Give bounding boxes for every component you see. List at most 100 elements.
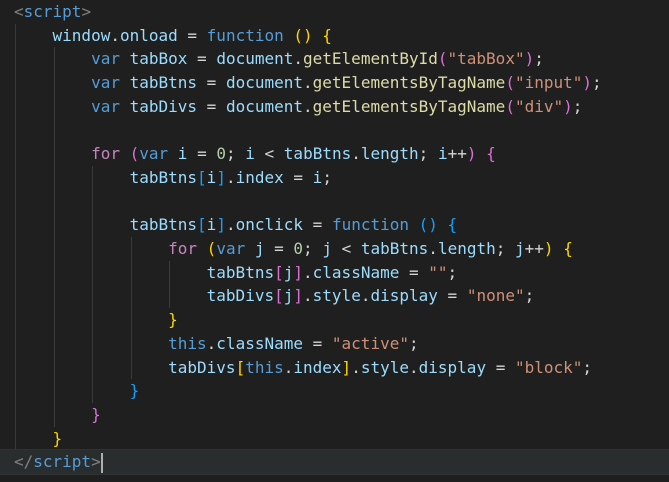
code-token: script [33, 452, 92, 472]
code-token: getElementsByTagName [312, 96, 506, 116]
code-line[interactable]: tabBtns[j].className = ""; [0, 261, 669, 285]
code-line[interactable]: tabBtns[i].onclick = function () { [0, 213, 669, 237]
code-token: = [177, 25, 207, 45]
code-token: = [264, 239, 294, 258]
code-line[interactable]: } [0, 379, 669, 403]
code-token: i [206, 215, 217, 235]
code-token: ++ [447, 144, 467, 164]
code-token: () [418, 215, 438, 235]
code-token: document [225, 96, 304, 116]
code-token: style [312, 286, 361, 306]
code-token: var [216, 239, 246, 258]
code-token: < [14, 2, 24, 21]
code-token: ; [592, 73, 602, 93]
code-token: } [129, 381, 140, 401]
code-token: tabDivs [168, 357, 236, 377]
code-line[interactable]: <script> [0, 0, 669, 24]
code-token: = [399, 262, 429, 282]
code-token: ( [206, 239, 217, 258]
code-token: ; [322, 167, 332, 187]
code-token: "div" [514, 96, 564, 116]
code-token: . [409, 357, 419, 377]
code-token: { [447, 215, 458, 235]
code-token: i [177, 144, 188, 164]
code-line[interactable]: } [0, 403, 669, 427]
code-token: j [283, 286, 294, 306]
code-line[interactable]: </script> [0, 449, 669, 476]
code-token: ; [418, 144, 438, 164]
code-token: ( [505, 96, 515, 116]
code-token: ( [505, 73, 515, 93]
code-token: = [486, 357, 515, 377]
code-line[interactable]: for (var i = 0; i < tabBtns.length; i++)… [0, 142, 669, 166]
code-token: "" [428, 262, 448, 282]
code-token: [ [197, 167, 207, 187]
code-token: "tabBox" [447, 49, 525, 69]
code-line[interactable]: var tabBtns = document.getElementsByTagN… [0, 71, 669, 95]
code-token: [ [274, 286, 284, 306]
code-editor[interactable]: <script> window.onload = function () { v… [0, 0, 669, 482]
code-token: ; [303, 239, 323, 258]
code-token: = [187, 49, 217, 69]
code-line[interactable]: tabDivs[this.index].style.display = "blo… [0, 356, 669, 380]
code-token: "none" [466, 286, 525, 306]
code-token: [ [274, 262, 284, 282]
code-token: document [216, 49, 294, 69]
code-token: tabBox [129, 49, 188, 69]
code-token: length [437, 239, 496, 258]
code-token: = [197, 96, 226, 116]
code-line[interactable]: var tabBox = document.getElementById("ta… [0, 47, 669, 71]
code-token: = [303, 333, 332, 353]
code-token: tabBtns [283, 144, 352, 164]
code-line[interactable]: var tabDivs = document.getElementsByTagN… [0, 95, 669, 119]
code-token: onclick [235, 215, 304, 235]
code-token: ; [534, 49, 544, 69]
code-token: = [437, 286, 467, 306]
code-token: document [225, 73, 304, 93]
code-line[interactable]: tabDivs[j].style.display = "none"; [0, 284, 669, 308]
code-token: ) [582, 73, 593, 93]
code-token: . [351, 144, 361, 164]
code-token: var [91, 49, 120, 69]
code-line[interactable] [0, 190, 669, 214]
code-token: { [322, 25, 332, 45]
code-token: . [351, 357, 361, 377]
code-token: . [110, 25, 120, 45]
code-token: { [563, 239, 573, 258]
code-token: className [216, 333, 303, 353]
code-token: i [312, 167, 323, 187]
code-line[interactable]: for (var j = 0; j < tabBtns.length; j++)… [0, 237, 669, 261]
code-token: < [331, 239, 361, 258]
code-token: i [437, 144, 448, 164]
code-token: 0 [293, 239, 304, 258]
code-line[interactable] [0, 119, 669, 143]
code-token: tabDivs [129, 96, 198, 116]
code-token: < [254, 144, 284, 164]
code-token: . [428, 239, 438, 258]
code-line[interactable]: this.className = "active"; [0, 332, 669, 356]
code-token: for [91, 144, 120, 164]
code-token: [ [235, 357, 246, 377]
code-token: ( [437, 49, 448, 69]
code-line[interactable]: } [0, 427, 669, 451]
code-line[interactable]: tabBtns[i].index = i; [0, 166, 669, 190]
code-token: ] [341, 357, 352, 377]
code-token: } [52, 428, 63, 448]
code-token: . [225, 215, 236, 235]
code-line[interactable]: window.onload = function () { [0, 24, 669, 48]
code-line[interactable]: } [0, 308, 669, 332]
code-token: ] [293, 262, 304, 282]
